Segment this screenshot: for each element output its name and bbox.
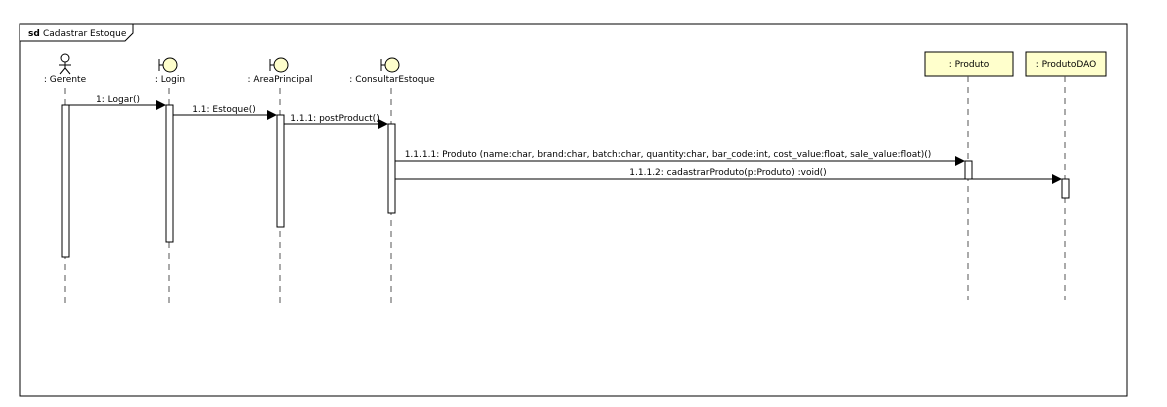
activation-bar <box>276 114 285 228</box>
activation-bar <box>61 104 70 258</box>
message-label: 1.1.1: postProduct() <box>290 114 379 124</box>
lifeline-label: : ProdutoDAO <box>1036 60 1096 70</box>
lifeline-label: : ConsultarEstoque <box>349 75 435 85</box>
lifeline-label: : Login <box>155 75 185 85</box>
frame-title: Cadastrar Estoque <box>43 29 127 39</box>
lifeline-label: : Gerente <box>44 75 87 85</box>
message-label: 1.1: Estoque() <box>192 105 256 115</box>
activation-bar <box>964 160 973 180</box>
frame-keyword: sd <box>28 29 40 39</box>
activation-bar <box>165 104 174 243</box>
message-label: 1: Logar() <box>96 95 140 105</box>
message-label: 1.1.1.2: cadastrarProduto(p:Produto) :vo… <box>629 168 826 178</box>
diagram-frame <box>19 23 1128 397</box>
activation-bar <box>1061 178 1070 199</box>
activation-bar <box>387 123 396 214</box>
message-label: 1.1.1.1: Produto (name:char, brand:char,… <box>405 150 932 160</box>
lifeline-label: : AreaPrincipal <box>248 75 313 85</box>
sequence-diagram: sd Cadastrar Estoque : Gerente : Login:… <box>19 23 1128 397</box>
lifeline-label: : Produto <box>949 60 990 70</box>
